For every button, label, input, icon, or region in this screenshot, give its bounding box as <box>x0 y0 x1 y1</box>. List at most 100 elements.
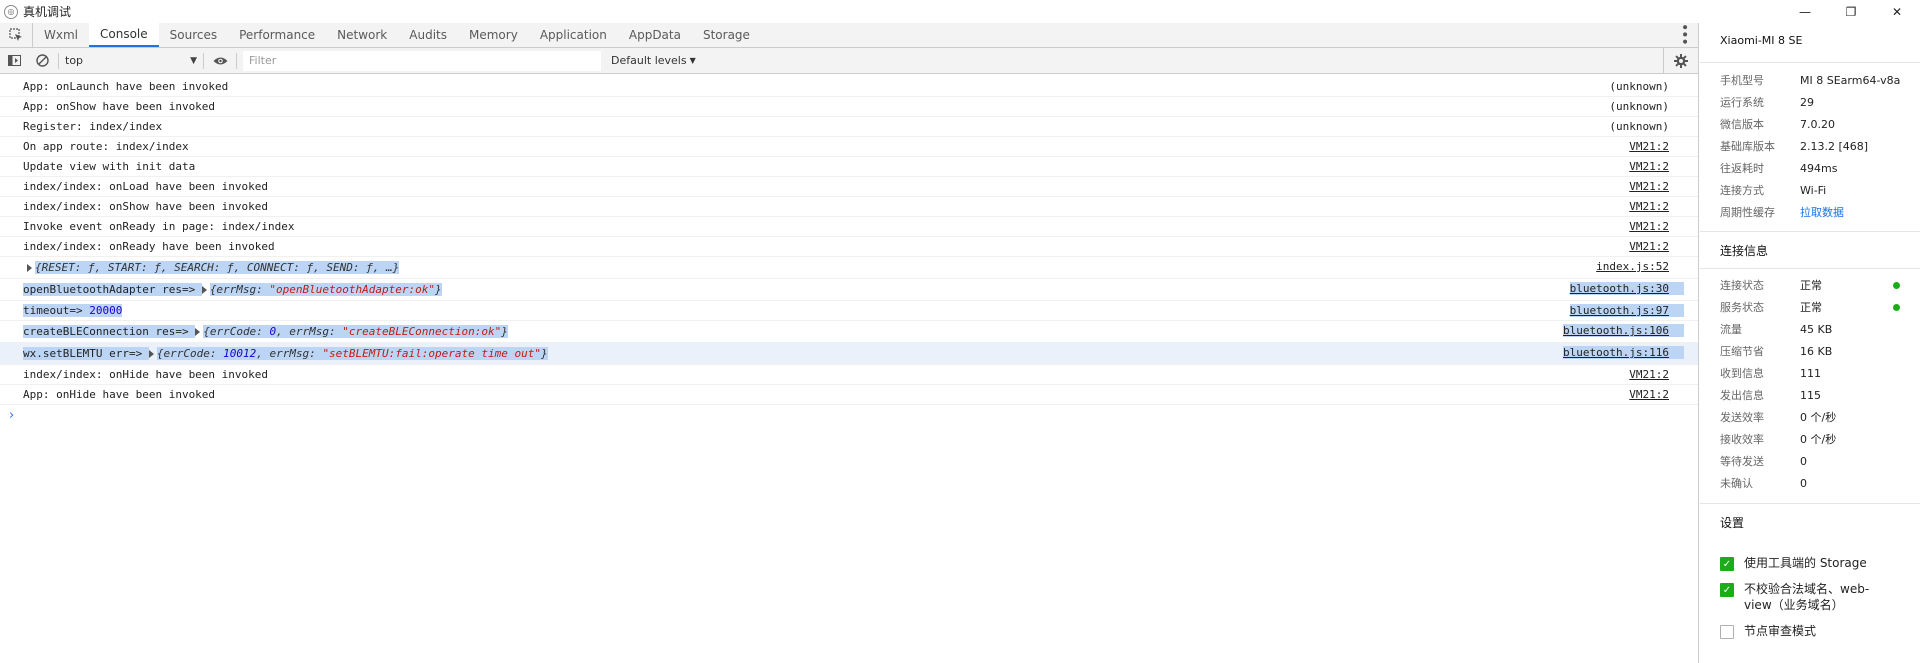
info-value: 29 <box>1800 95 1814 109</box>
source-link[interactable]: VM21:2 <box>1629 368 1669 381</box>
source-link[interactable]: VM21:2 <box>1629 140 1669 153</box>
conn-row: 发出信息 115 <box>1700 384 1920 406</box>
expand-triangle-icon[interactable] <box>195 327 201 336</box>
conn-label: 收到信息 <box>1720 367 1764 380</box>
conn-value: 0 <box>1800 454 1807 468</box>
tab-application[interactable]: Application <box>529 23 618 47</box>
source-link[interactable]: VM21:2 <box>1629 240 1669 253</box>
info-row: 基础库版本 2.13.2 [468] <box>1700 135 1920 157</box>
conn-label: 发送效率 <box>1720 411 1764 424</box>
log-message: index/index: onLoad have been invoked <box>23 180 269 193</box>
expand-triangle-icon[interactable] <box>201 285 207 294</box>
log-object[interactable]: {errCode: 10012, errMsg: "setBLEMTU:fail… <box>156 347 548 360</box>
console-row: Register: index/index (unknown) <box>0 117 1698 137</box>
conn-label: 服务状态 <box>1720 301 1764 314</box>
source-link[interactable]: VM21:2 <box>1629 200 1669 213</box>
expand-triangle-icon[interactable] <box>27 263 32 272</box>
console-toolbar: top ▼ Default levels ▼ <box>0 48 1698 74</box>
conn-row: 发送效率 0 个/秒 <box>1700 406 1920 428</box>
close-button[interactable]: ✕ <box>1874 0 1920 23</box>
log-prefix: createBLEConnection res=> <box>23 325 189 338</box>
log-object[interactable]: {errMsg: "openBluetoothAdapter:ok"} <box>209 283 442 296</box>
conn-label: 发出信息 <box>1720 389 1764 402</box>
console-row: index/index: onLoad have been invoked VM… <box>0 177 1698 197</box>
setting-use-tool-storage[interactable]: ✓ 使用工具端的 Storage <box>1700 555 1920 571</box>
conn-label: 未确认 <box>1720 477 1753 490</box>
console-settings-button[interactable] <box>1663 48 1698 74</box>
console-row: createBLEConnection res=> {errCode: 0, e… <box>0 321 1698 343</box>
log-message: App: onLaunch have been invoked <box>23 80 229 93</box>
log-message: App: onHide have been invoked <box>23 388 216 401</box>
conn-value: 正常 <box>1800 301 1822 314</box>
source-link[interactable]: VM21:2 <box>1629 180 1669 193</box>
tab-memory[interactable]: Memory <box>458 23 529 47</box>
tab-console[interactable]: Console <box>89 23 159 47</box>
info-value: 2.13.2 [468] <box>1800 139 1869 153</box>
log-number: 20000 <box>89 304 123 317</box>
checkbox-unchecked-icon[interactable] <box>1720 625 1734 639</box>
tab-sources[interactable]: Sources <box>159 23 228 47</box>
source-link[interactable]: bluetooth.js:30 <box>1569 282 1684 295</box>
log-message: index/index: onShow have been invoked <box>23 200 269 213</box>
connection-info-list: 连接状态 正常 服务状态 正常 流量 45 KB 压缩节省 16 KB 收到信息 111 … <box>1700 269 1920 504</box>
source-link[interactable]: bluetooth.js:116 <box>1563 346 1684 359</box>
tab-audits[interactable]: Audits <box>398 23 458 47</box>
log-levels-dropdown[interactable]: Default levels ▼ <box>611 54 696 67</box>
restore-button[interactable]: ❐ <box>1828 0 1874 23</box>
clear-console-icon[interactable] <box>28 48 56 74</box>
setting-skip-domain-check[interactable]: ✓ 不校验合法域名、web-view（业务域名） <box>1700 581 1920 613</box>
inspect-element-button[interactable] <box>0 23 33 47</box>
fetch-data-link[interactable]: 拉取数据 <box>1800 204 1844 220</box>
log-message: On app route: index/index <box>23 140 189 153</box>
source-link[interactable]: bluetooth.js:106 <box>1563 324 1684 337</box>
log-object[interactable]: {RESET: ƒ, START: ƒ, SEARCH: ƒ, CONNECT:… <box>35 261 400 274</box>
setting-label: 不校验合法域名、web-view（业务域名） <box>1744 582 1870 612</box>
sidebar-toggle-icon[interactable] <box>0 48 28 74</box>
conn-row: 压缩节省 16 KB <box>1700 340 1920 362</box>
tab-storage[interactable]: Storage <box>692 23 761 47</box>
conn-row: 接收效率 0 个/秒 <box>1700 428 1920 450</box>
setting-node-inspect-mode[interactable]: 节点审查模式 <box>1700 623 1920 639</box>
checkbox-checked-icon[interactable]: ✓ <box>1720 557 1734 571</box>
source-link[interactable]: index.js:52 <box>1596 260 1669 273</box>
log-message: Update view with init data <box>23 160 196 173</box>
settings-section-title: 设置 <box>1720 516 1745 530</box>
conn-label: 流量 <box>1720 323 1742 336</box>
log-prefix: wx.setBLEMTU err=> <box>23 347 143 360</box>
source-link[interactable]: VM21:2 <box>1629 220 1669 233</box>
live-expression-eye-icon[interactable] <box>206 48 234 74</box>
conn-value: 111 <box>1800 366 1821 380</box>
info-row: 连接方式 Wi-Fi <box>1700 179 1920 201</box>
tab-network[interactable]: Network <box>326 23 398 47</box>
conn-value: 正常 <box>1800 279 1822 292</box>
console-row: App: onHide have been invoked VM21:2 <box>0 385 1698 405</box>
filter-input[interactable] <box>243 50 601 71</box>
log-object[interactable]: {errCode: 0, errMsg: "createBLEConnectio… <box>203 325 508 338</box>
console-output: App: onLaunch have been invoked (unknown… <box>0 77 1698 663</box>
source-link[interactable]: VM21:2 <box>1629 160 1669 173</box>
info-row: 微信版本 7.0.20 <box>1700 113 1920 135</box>
context-select[interactable]: top ▼ <box>61 52 201 70</box>
expand-triangle-icon[interactable] <box>148 349 154 358</box>
console-row: index/index: onHide have been invoked VM… <box>0 365 1698 385</box>
console-row: index/index: onShow have been invoked VM… <box>0 197 1698 217</box>
source-link[interactable]: VM21:2 <box>1629 388 1669 401</box>
console-row: Update view with init data VM21:2 <box>0 157 1698 177</box>
info-value: MI 8 SEarm64-v8a <box>1800 73 1901 87</box>
console-prompt[interactable]: › <box>0 405 1698 425</box>
device-info-list: 手机型号 MI 8 SEarm64-v8a 运行系统 29 微信版本 7.0.20 基… <box>1700 63 1920 232</box>
minimize-button[interactable]: — <box>1782 0 1828 23</box>
tab-appdata[interactable]: AppData <box>618 23 692 47</box>
log-source: (unknown) <box>1609 120 1669 133</box>
source-link[interactable]: bluetooth.js:97 <box>1569 304 1684 317</box>
checkbox-checked-icon[interactable]: ✓ <box>1720 583 1734 597</box>
log-message: Register: index/index <box>23 120 163 133</box>
info-value: Wi-Fi <box>1800 183 1827 197</box>
conn-label: 等待发送 <box>1720 455 1764 468</box>
conn-row: 连接状态 正常 <box>1700 274 1920 296</box>
info-row: 手机型号 MI 8 SEarm64-v8a <box>1700 69 1920 91</box>
console-row: {RESET: ƒ, START: ƒ, SEARCH: ƒ, CONNECT:… <box>0 257 1698 279</box>
more-options-icon[interactable]: ••• <box>1676 23 1692 48</box>
tab-performance[interactable]: Performance <box>228 23 326 47</box>
tab-wxml[interactable]: Wxml <box>33 23 89 47</box>
